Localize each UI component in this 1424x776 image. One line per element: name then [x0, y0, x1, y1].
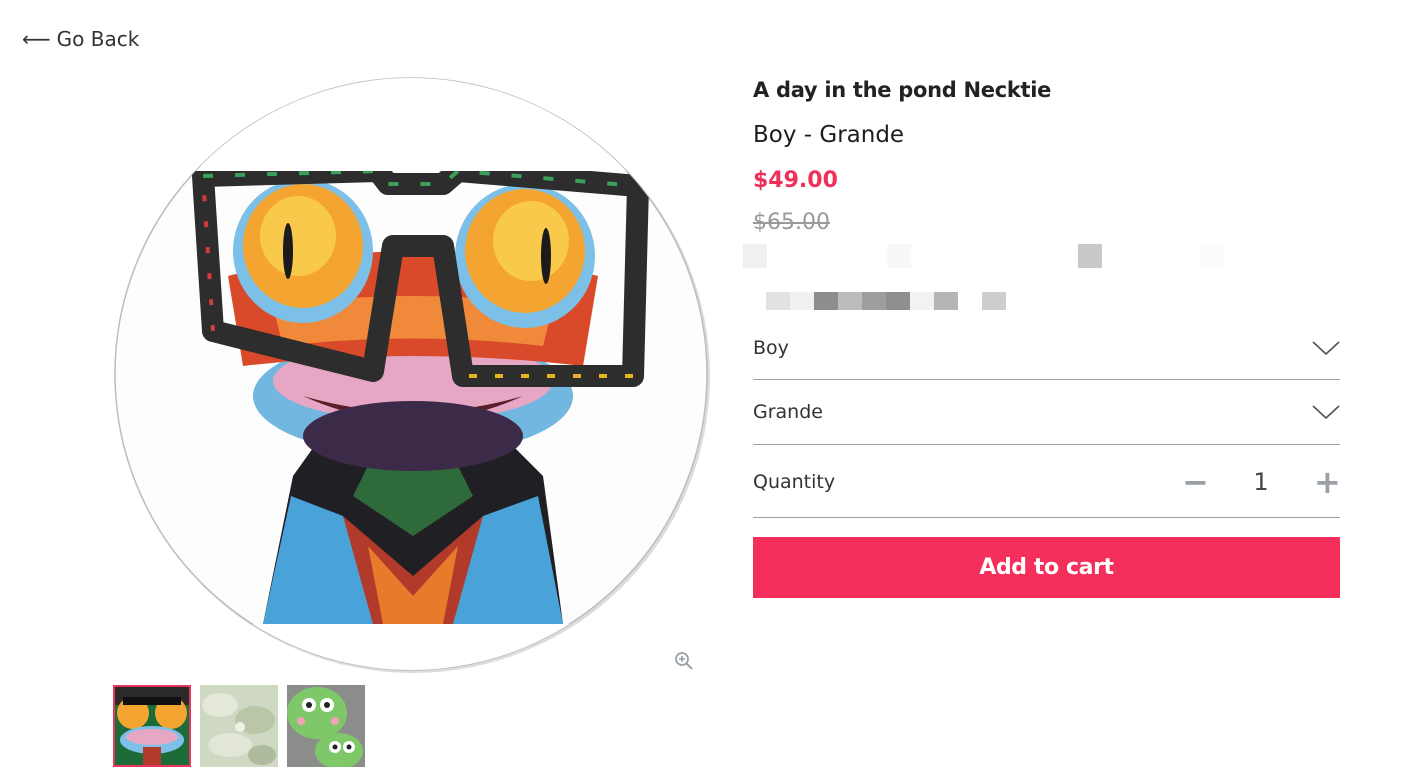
option2-select[interactable]: Grande: [753, 380, 1340, 445]
add-to-cart-button[interactable]: Add to cart: [753, 537, 1340, 598]
option2-value: Grande: [753, 401, 823, 423]
go-back-label: Go Back: [56, 27, 140, 51]
chevron-down-icon: [1312, 405, 1340, 420]
variant-title: Boy - Grande: [753, 122, 905, 148]
thumbnail-2[interactable]: [200, 685, 278, 767]
thumbnail-1[interactable]: [113, 685, 191, 767]
thumbnail-gallery: [113, 685, 365, 767]
quantity-controls: − 1 +: [1182, 466, 1341, 498]
compare-at-price: $65.00: [753, 210, 830, 235]
go-back-link[interactable]: ⟵ Go Back: [22, 26, 139, 52]
quantity-label: Quantity: [753, 470, 836, 493]
zoom-in-icon[interactable]: [674, 651, 694, 671]
chevron-down-icon: [1312, 340, 1340, 355]
option1-value: Boy: [753, 336, 789, 359]
option1-select[interactable]: Boy: [753, 316, 1340, 380]
product-main-image: [113, 76, 713, 674]
quantity-value[interactable]: 1: [1208, 468, 1314, 496]
quantity-stepper: Quantity − 1 +: [753, 446, 1341, 518]
thumbnail-3[interactable]: [287, 685, 365, 767]
sale-price: $49.00: [753, 168, 838, 193]
decrement-button[interactable]: −: [1182, 466, 1209, 498]
arrow-left-icon: ⟵: [22, 27, 51, 51]
product-title: A day in the pond Necktie: [753, 78, 1052, 102]
increment-button[interactable]: +: [1314, 466, 1341, 498]
